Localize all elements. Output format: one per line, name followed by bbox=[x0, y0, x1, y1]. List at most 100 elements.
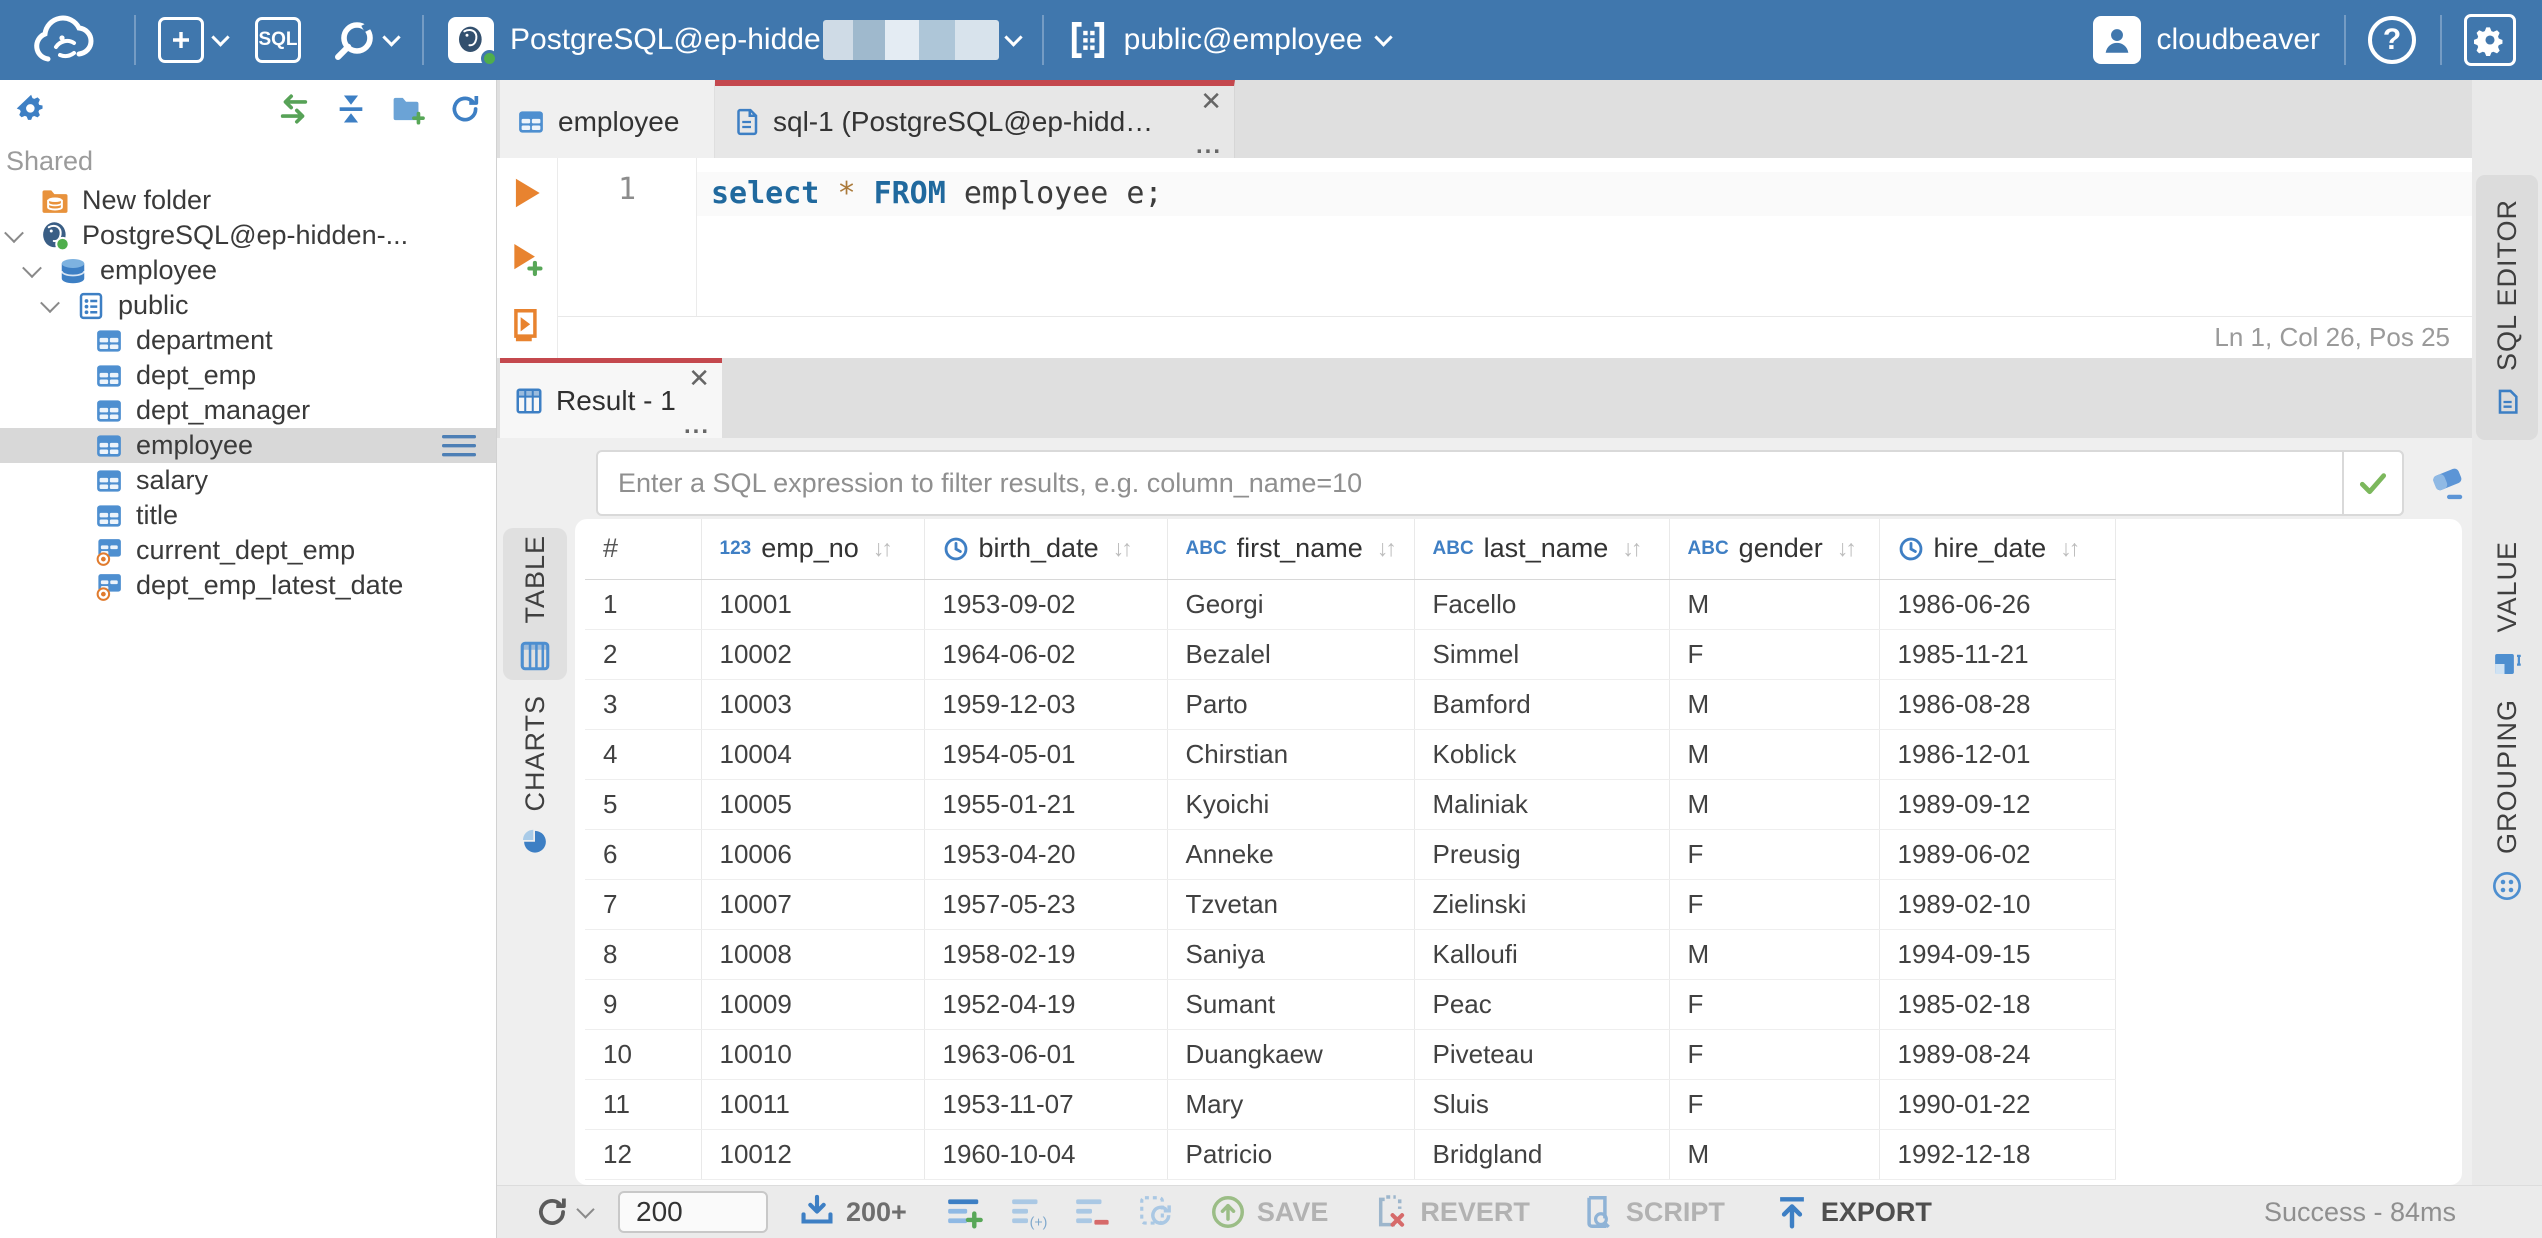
fetch-more-button[interactable]: 200+ bbox=[798, 1193, 907, 1231]
grid-cell[interactable]: 1985-11-21 bbox=[1879, 629, 2116, 680]
grid-cell[interactable]: Facello bbox=[1414, 579, 1670, 630]
code-area[interactable]: select * FROM employee e; bbox=[697, 158, 2472, 316]
grid-cell[interactable]: Chirstian bbox=[1167, 729, 1415, 780]
grid-cell[interactable]: Mary bbox=[1167, 1079, 1415, 1130]
tab-employee[interactable]: employee bbox=[500, 80, 715, 158]
close-icon[interactable]: ✕ bbox=[1200, 88, 1222, 114]
grid-cell[interactable]: 10001 bbox=[701, 579, 925, 630]
grid-cell[interactable]: 1953-04-20 bbox=[924, 829, 1168, 880]
schema-selector[interactable]: public@employee bbox=[1066, 17, 1393, 63]
chevron-down-icon[interactable] bbox=[4, 222, 24, 243]
grid-cell[interactable]: 1989-09-12 bbox=[1879, 779, 2116, 830]
grid-cell[interactable]: Maliniak bbox=[1414, 779, 1670, 830]
refresh-selected-button[interactable] bbox=[1137, 1193, 1175, 1231]
tree-item-salary[interactable]: salary bbox=[0, 463, 496, 498]
grid-cell[interactable]: Bezalel bbox=[1167, 629, 1415, 680]
tab-more-icon[interactable]: ... bbox=[684, 414, 710, 438]
duplicate-row-button[interactable]: (+) bbox=[1009, 1193, 1047, 1231]
refresh-tree-button[interactable] bbox=[448, 92, 482, 126]
row-number-cell[interactable]: 12 bbox=[585, 1129, 702, 1180]
tree-item-employee[interactable]: employee bbox=[0, 428, 496, 463]
execute-query-button[interactable] bbox=[508, 174, 546, 212]
column-header-gender[interactable]: ABC gender ↓↑ bbox=[1669, 519, 1880, 580]
tree-item-title[interactable]: title bbox=[0, 498, 496, 533]
row-number-cell[interactable]: 10 bbox=[585, 1029, 702, 1080]
row-number-cell[interactable]: 6 bbox=[585, 829, 702, 880]
tab-charts-view[interactable]: CHARTS bbox=[503, 695, 567, 855]
tab-more-icon[interactable]: ... bbox=[1196, 134, 1222, 158]
sort-icon[interactable]: ↓↑ bbox=[1622, 535, 1642, 562]
sort-icon[interactable]: ↓↑ bbox=[1113, 535, 1133, 562]
sort-icon[interactable]: ↓↑ bbox=[2060, 535, 2080, 562]
grid-cell[interactable]: F bbox=[1669, 629, 1880, 680]
user-menu[interactable]: cloudbeaver bbox=[2092, 16, 2320, 64]
grid-cell[interactable]: 1955-01-21 bbox=[924, 779, 1168, 830]
row-number-cell[interactable]: 8 bbox=[585, 929, 702, 980]
row-number-cell[interactable]: 5 bbox=[585, 779, 702, 830]
row-menu-icon[interactable] bbox=[442, 433, 476, 459]
row-number-cell[interactable]: 11 bbox=[585, 1079, 702, 1130]
chevron-down-icon[interactable] bbox=[382, 27, 401, 47]
grid-cell[interactable]: 1986-06-26 bbox=[1879, 579, 2116, 630]
grid-cell[interactable]: 1994-09-15 bbox=[1879, 929, 2116, 980]
refresh-results-button[interactable] bbox=[533, 1193, 571, 1231]
tab-value-panel[interactable]: VALUE bbox=[2476, 525, 2538, 695]
driver-manager-button[interactable] bbox=[331, 16, 379, 64]
row-number-cell[interactable]: 1 bbox=[585, 579, 702, 630]
apply-filter-button[interactable] bbox=[2342, 450, 2404, 516]
row-number-cell[interactable]: 7 bbox=[585, 879, 702, 930]
tab-sql-editor-panel[interactable]: SQL EDITOR bbox=[2476, 175, 2538, 440]
close-icon[interactable]: ✕ bbox=[688, 365, 710, 391]
grid-cell[interactable]: Sumant bbox=[1167, 979, 1415, 1030]
tree-item-department[interactable]: department bbox=[0, 323, 496, 358]
grid-cell[interactable]: 1953-11-07 bbox=[924, 1079, 1168, 1130]
grid-cell[interactable]: 10011 bbox=[701, 1079, 925, 1130]
tree-item-employee[interactable]: employee bbox=[0, 253, 496, 288]
grid-cell[interactable]: Kalloufi bbox=[1414, 929, 1670, 980]
script-button[interactable]: SCRIPT bbox=[1578, 1193, 1725, 1231]
execute-new-tab-button[interactable] bbox=[508, 240, 546, 278]
grid-cell[interactable]: 1989-02-10 bbox=[1879, 879, 2116, 930]
grid-cell[interactable]: 1985-02-18 bbox=[1879, 979, 2116, 1030]
column-header-birth_date[interactable]: birth_date ↓↑ bbox=[924, 519, 1168, 580]
grid-cell[interactable]: 1986-12-01 bbox=[1879, 729, 2116, 780]
grid-cell[interactable]: 10003 bbox=[701, 679, 925, 730]
grid-cell[interactable]: 10009 bbox=[701, 979, 925, 1030]
code-line[interactable]: select * FROM employee e; bbox=[697, 172, 2472, 216]
grid-cell[interactable]: 10006 bbox=[701, 829, 925, 880]
row-number-cell[interactable]: 4 bbox=[585, 729, 702, 780]
revert-button[interactable]: REVERT bbox=[1372, 1193, 1530, 1231]
help-button[interactable]: ? bbox=[2368, 16, 2416, 64]
grid-cell[interactable]: Preusig bbox=[1414, 829, 1670, 880]
grid-cell[interactable]: 1960-10-04 bbox=[924, 1129, 1168, 1180]
grid-cell[interactable]: Bamford bbox=[1414, 679, 1670, 730]
grid-cell[interactable]: 1986-08-28 bbox=[1879, 679, 2116, 730]
fetch-size-input[interactable] bbox=[618, 1191, 768, 1233]
grid-cell[interactable]: 1963-06-01 bbox=[924, 1029, 1168, 1080]
grid-cell[interactable]: 10005 bbox=[701, 779, 925, 830]
grid-cell[interactable]: Patricio bbox=[1167, 1129, 1415, 1180]
grid-cell[interactable]: 1992-12-18 bbox=[1879, 1129, 2116, 1180]
grid-cell[interactable]: Sluis bbox=[1414, 1079, 1670, 1130]
execute-script-button[interactable] bbox=[508, 306, 546, 344]
grid-cell[interactable]: Anneke bbox=[1167, 829, 1415, 880]
grid-cell[interactable]: Zielinski bbox=[1414, 879, 1670, 930]
grid-cell[interactable]: Peac bbox=[1414, 979, 1670, 1030]
grid-cell[interactable]: M bbox=[1669, 679, 1880, 730]
grid-cell[interactable]: Duangkaew bbox=[1167, 1029, 1415, 1080]
tab-grouping-panel[interactable]: GROUPING bbox=[2476, 698, 2538, 903]
chevron-down-icon[interactable] bbox=[22, 257, 42, 278]
clear-filter-button[interactable] bbox=[2425, 460, 2469, 504]
sync-with-editor-button[interactable] bbox=[277, 92, 311, 126]
grid-cell[interactable]: Parto bbox=[1167, 679, 1415, 730]
grid-cell[interactable]: 10007 bbox=[701, 879, 925, 930]
grid-cell[interactable]: 10002 bbox=[701, 629, 925, 680]
tree-item-postgresql-ep-hidden-[interactable]: PostgreSQL@ep-hidden-... bbox=[0, 218, 496, 253]
row-number-cell[interactable]: 2 bbox=[585, 629, 702, 680]
grid-cell[interactable]: M bbox=[1669, 579, 1880, 630]
column-header-emp_no[interactable]: 123 emp_no ↓↑ bbox=[701, 519, 925, 580]
grid-cell[interactable]: 1990-01-22 bbox=[1879, 1079, 2116, 1130]
tree-settings-button[interactable] bbox=[14, 92, 48, 126]
tab-table-view[interactable]: TABLE bbox=[503, 528, 567, 680]
sort-icon[interactable]: ↓↑ bbox=[1837, 535, 1857, 562]
